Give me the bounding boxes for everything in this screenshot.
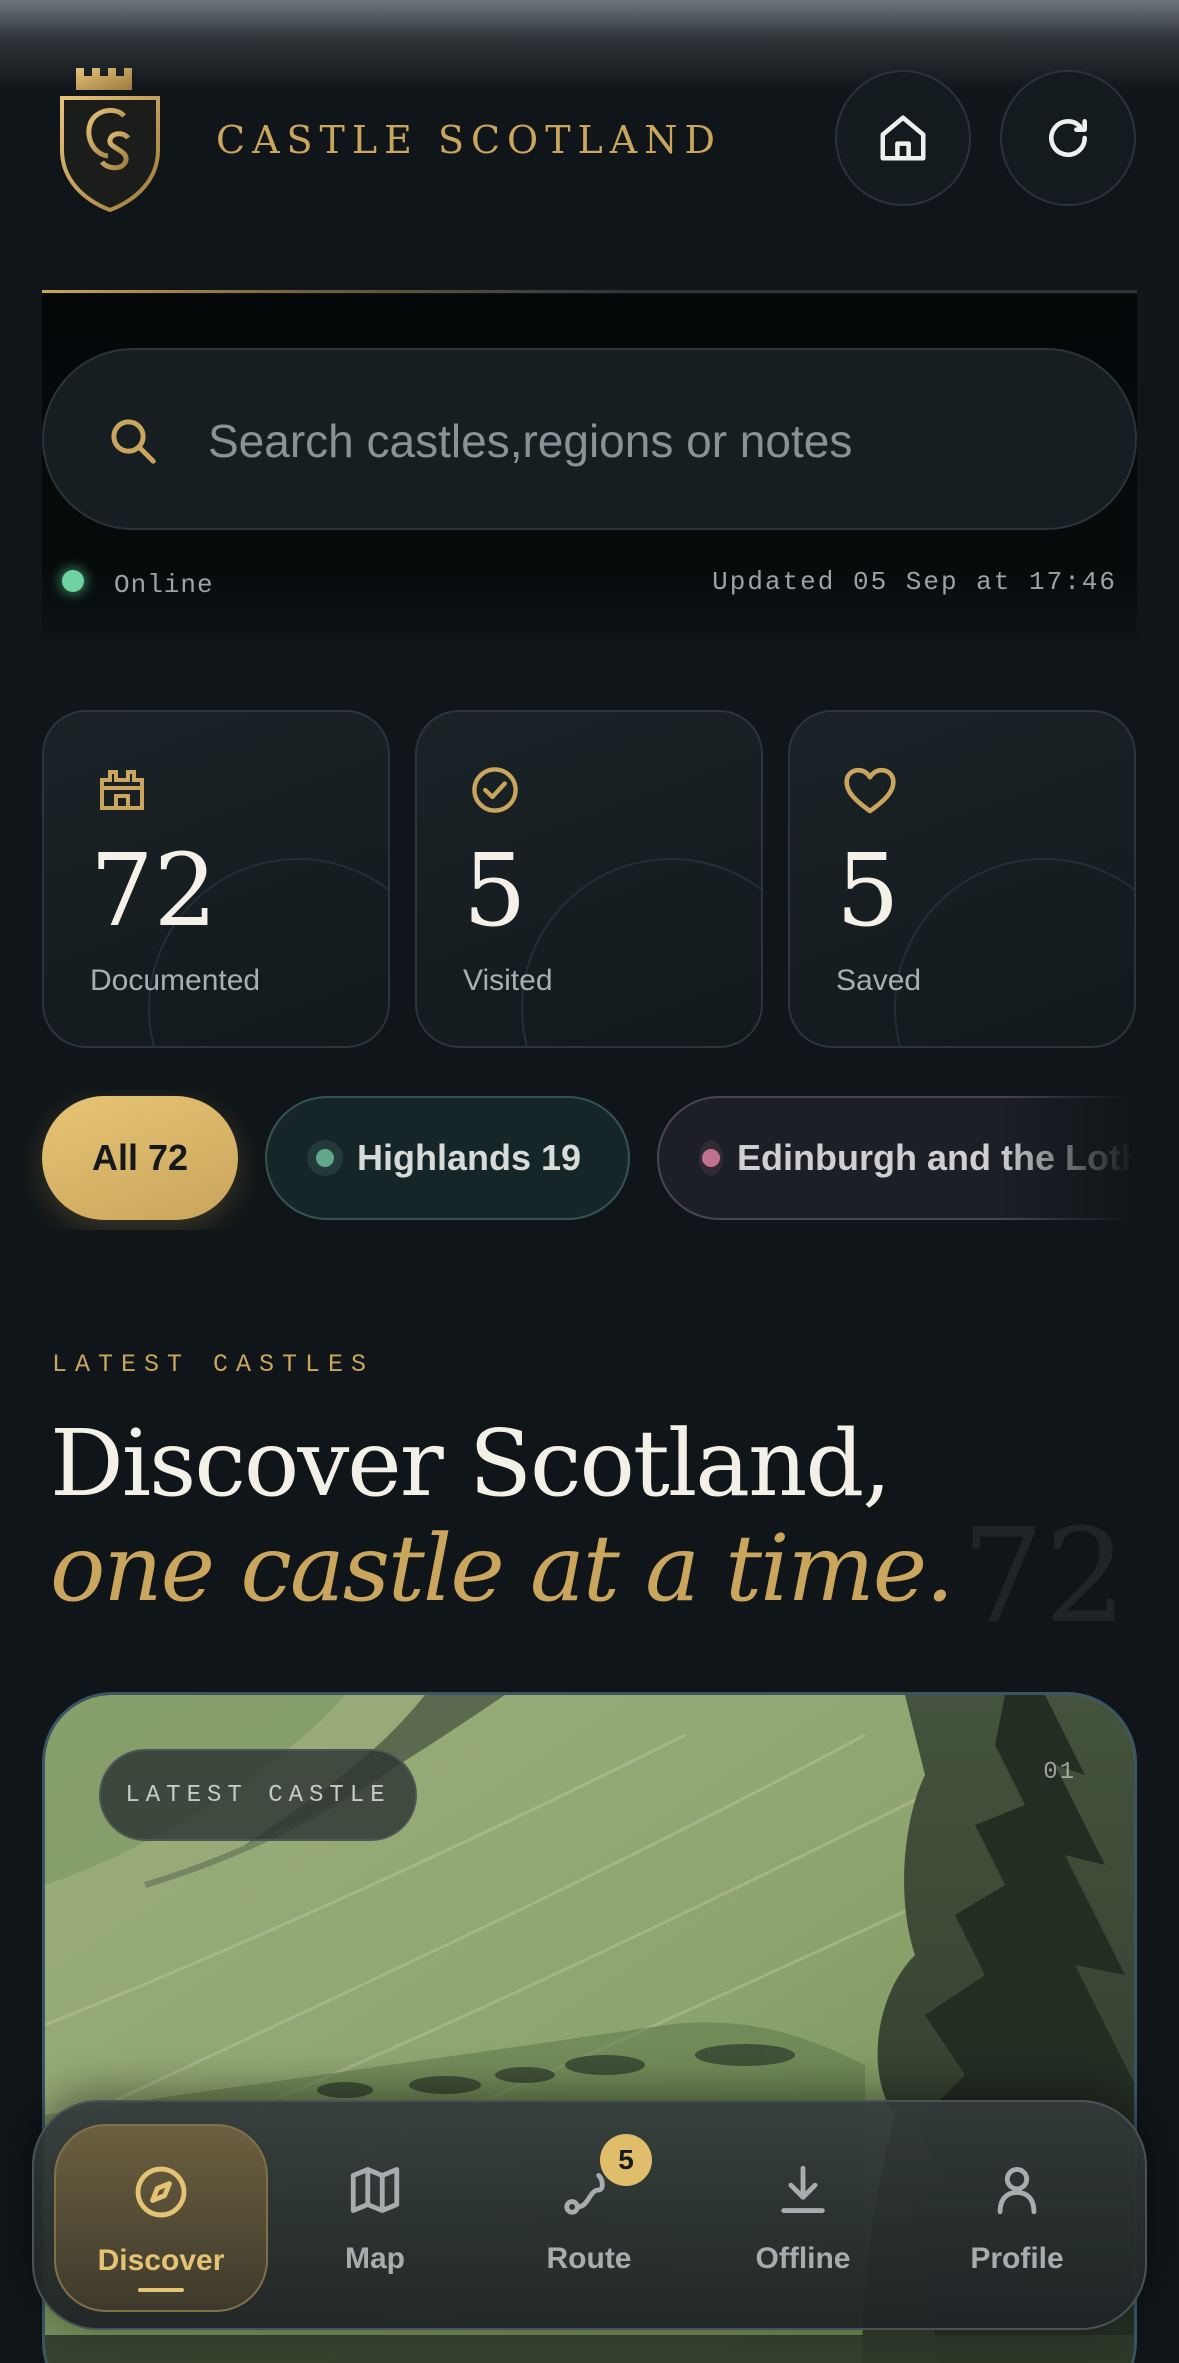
heart-icon — [844, 767, 896, 814]
nav-label: Route — [546, 2242, 632, 2275]
route-count-badge: 5 — [600, 2134, 652, 2186]
user-icon — [997, 2167, 1037, 2215]
region-dot — [699, 1140, 724, 1176]
card-index: 01 — [1043, 1759, 1076, 1786]
region-filter-chips: All 72 Highlands 19 Edinburgh and the Lo… — [0, 1090, 1179, 1230]
home-icon — [880, 115, 926, 161]
nav-label: Profile — [970, 2242, 1064, 2275]
brand-title: CASTLE SCOTLAND — [216, 118, 722, 162]
refresh-icon — [1049, 119, 1087, 157]
latest-castle-tag: LATEST CASTLE — [99, 1749, 417, 1841]
stat-card-documented[interactable]: 72 Documented — [42, 710, 390, 1048]
stat-card-saved[interactable]: 5 Saved — [788, 710, 1136, 1048]
card-decoration — [894, 858, 1134, 1046]
bottom-navigation: Discover Map 5 Route Offline Profile — [32, 2100, 1147, 2330]
nav-item-offline[interactable]: Offline — [696, 2124, 910, 2312]
map-icon — [350, 2167, 400, 2213]
filter-chip-all[interactable]: All 72 — [42, 1096, 238, 1220]
stat-label: Saved — [836, 964, 922, 997]
stat-value: 72 — [90, 832, 218, 949]
nav-item-profile[interactable]: Profile — [910, 2124, 1124, 2312]
active-indicator — [138, 2288, 184, 2292]
download-icon — [781, 2165, 825, 2213]
nav-item-route[interactable]: 5 Route — [482, 2124, 696, 2312]
status-bar-fade — [0, 0, 1179, 90]
nav-label: Map — [345, 2242, 405, 2275]
last-updated: Updated 05 Sep at 17:46 — [712, 567, 1117, 597]
castle-crest-logo — [60, 68, 160, 213]
section-headline-italic: one castle at a time. — [50, 1515, 954, 1622]
stat-value: 5 — [463, 832, 527, 949]
home-button[interactable] — [835, 70, 971, 206]
header-divider — [42, 290, 1137, 293]
refresh-button[interactable] — [1000, 70, 1136, 206]
online-status-dot — [62, 570, 84, 592]
section-headline: Discover Scotland, — [50, 1410, 892, 1517]
stat-value: 5 — [836, 832, 900, 949]
stat-label: Documented — [90, 964, 261, 997]
filter-chip-highlands[interactable]: Highlands 19 — [265, 1096, 630, 1220]
compass-icon — [135, 2166, 187, 2218]
nav-label: Offline — [755, 2242, 851, 2275]
castle-icon — [100, 770, 144, 810]
stat-card-visited[interactable]: 5 Visited — [415, 710, 763, 1048]
stat-label: Visited — [463, 964, 553, 997]
chips-fade — [1000, 1090, 1179, 1230]
chip-label: Highlands 19 — [357, 1137, 582, 1178]
nav-item-discover[interactable]: Discover — [54, 2124, 268, 2312]
card-decoration — [521, 858, 761, 1046]
check-circle-icon — [472, 767, 518, 813]
search-input[interactable] — [208, 386, 1088, 496]
region-dot — [307, 1140, 343, 1176]
nav-label: Discover — [97, 2244, 225, 2277]
search-icon — [111, 419, 156, 464]
connection-status: Online — [114, 570, 214, 600]
section-eyebrow: LATEST CASTLES — [52, 1350, 375, 1379]
nav-item-map[interactable]: Map — [268, 2124, 482, 2312]
castle-count-watermark: 72 — [961, 1500, 1127, 1652]
search-bar[interactable] — [42, 348, 1137, 530]
